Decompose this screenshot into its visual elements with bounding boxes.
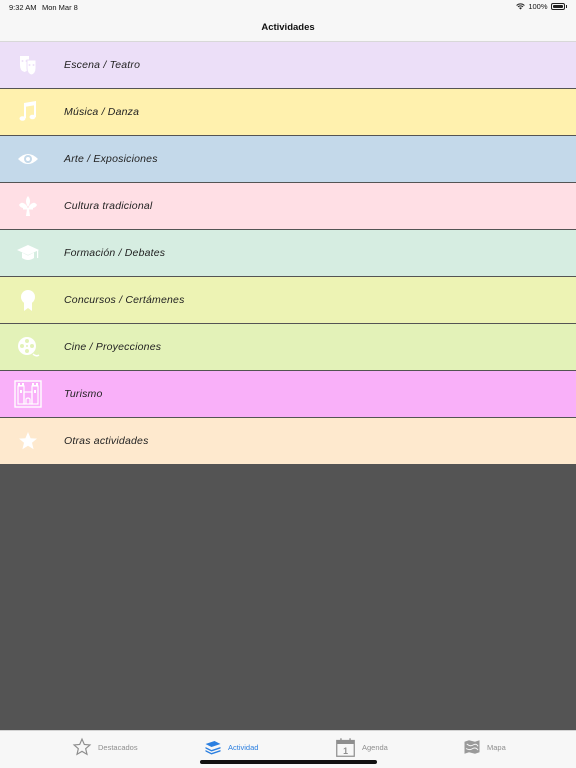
category-row-otras[interactable]: Otras actividades: [0, 418, 576, 464]
category-row-cine[interactable]: Cine / Proyecciones: [0, 324, 576, 370]
tab-label: Mapa: [487, 742, 506, 752]
battery-tip: [565, 5, 567, 8]
layers-icon: [205, 741, 221, 755]
category-row-concursos[interactable]: Concursos / Certámenes: [0, 277, 576, 323]
eye-icon: [14, 147, 42, 171]
theater-masks-icon: [14, 53, 42, 77]
graduation-cap-icon: [14, 241, 42, 265]
tab-actividad[interactable]: Actividad: [204, 737, 258, 757]
category-label: Arte / Exposiciones: [64, 153, 158, 165]
tab-label: Agenda: [362, 742, 388, 752]
page-title: Actividades: [261, 22, 315, 33]
category-label: Otras actividades: [64, 435, 149, 447]
calendar-day-text: 1: [343, 746, 348, 756]
award-ribbon-icon: [14, 288, 42, 312]
battery-icon: [550, 3, 565, 10]
category-row-turismo[interactable]: Turismo: [0, 371, 576, 417]
category-row-musica[interactable]: Música / Danza: [0, 89, 576, 135]
category-label: Cultura tradicional: [64, 200, 153, 212]
tab-destacados[interactable]: Destacados: [72, 737, 138, 757]
tab-label: Destacados: [98, 742, 138, 752]
category-label: Escena / Teatro: [64, 59, 141, 71]
battery-percent: 100%: [528, 2, 548, 11]
category-row-arte[interactable]: Arte / Exposiciones: [0, 136, 576, 182]
fleur-de-lis-icon: [14, 194, 42, 218]
music-note-icon: [14, 100, 42, 124]
category-row-escena[interactable]: Escena / Teatro: [0, 42, 576, 88]
category-list: Escena / Teatro Música / Danza Arte / Ex…: [0, 42, 576, 465]
tab-agenda[interactable]: 1 Agenda: [335, 737, 388, 757]
home-indicator[interactable]: [200, 760, 377, 764]
status-bar: 9:32 AM Mon Mar 8 100%: [0, 0, 576, 14]
status-right: 100%: [516, 2, 567, 11]
category-row-cultura[interactable]: Cultura tradicional: [0, 183, 576, 229]
film-reel-icon: [14, 335, 42, 359]
calendar-icon: 1: [336, 737, 355, 757]
category-label: Formación / Debates: [64, 247, 166, 259]
category-label: Música / Danza: [64, 106, 140, 118]
tab-mapa[interactable]: Mapa: [463, 737, 506, 757]
category-label: Cine / Proyecciones: [64, 341, 162, 353]
tab-bar: Destacados Actividad 1 Agenda Mapa: [0, 730, 576, 768]
category-label: Concursos / Certámenes: [64, 294, 185, 306]
tab-label: Actividad: [228, 742, 259, 752]
star-icon: [14, 429, 42, 453]
star-outline-icon: [72, 737, 92, 756]
category-label: Turismo: [64, 388, 103, 400]
map-icon: [464, 740, 480, 754]
category-row-formacion[interactable]: Formación / Debates: [0, 230, 576, 276]
castle-icon: [14, 380, 42, 408]
navigation-bar: Actividades: [0, 14, 576, 42]
status-date: Mon Mar 8: [42, 3, 78, 12]
wifi-icon: [516, 3, 526, 10]
status-time: 9:32 AM: [9, 3, 37, 12]
